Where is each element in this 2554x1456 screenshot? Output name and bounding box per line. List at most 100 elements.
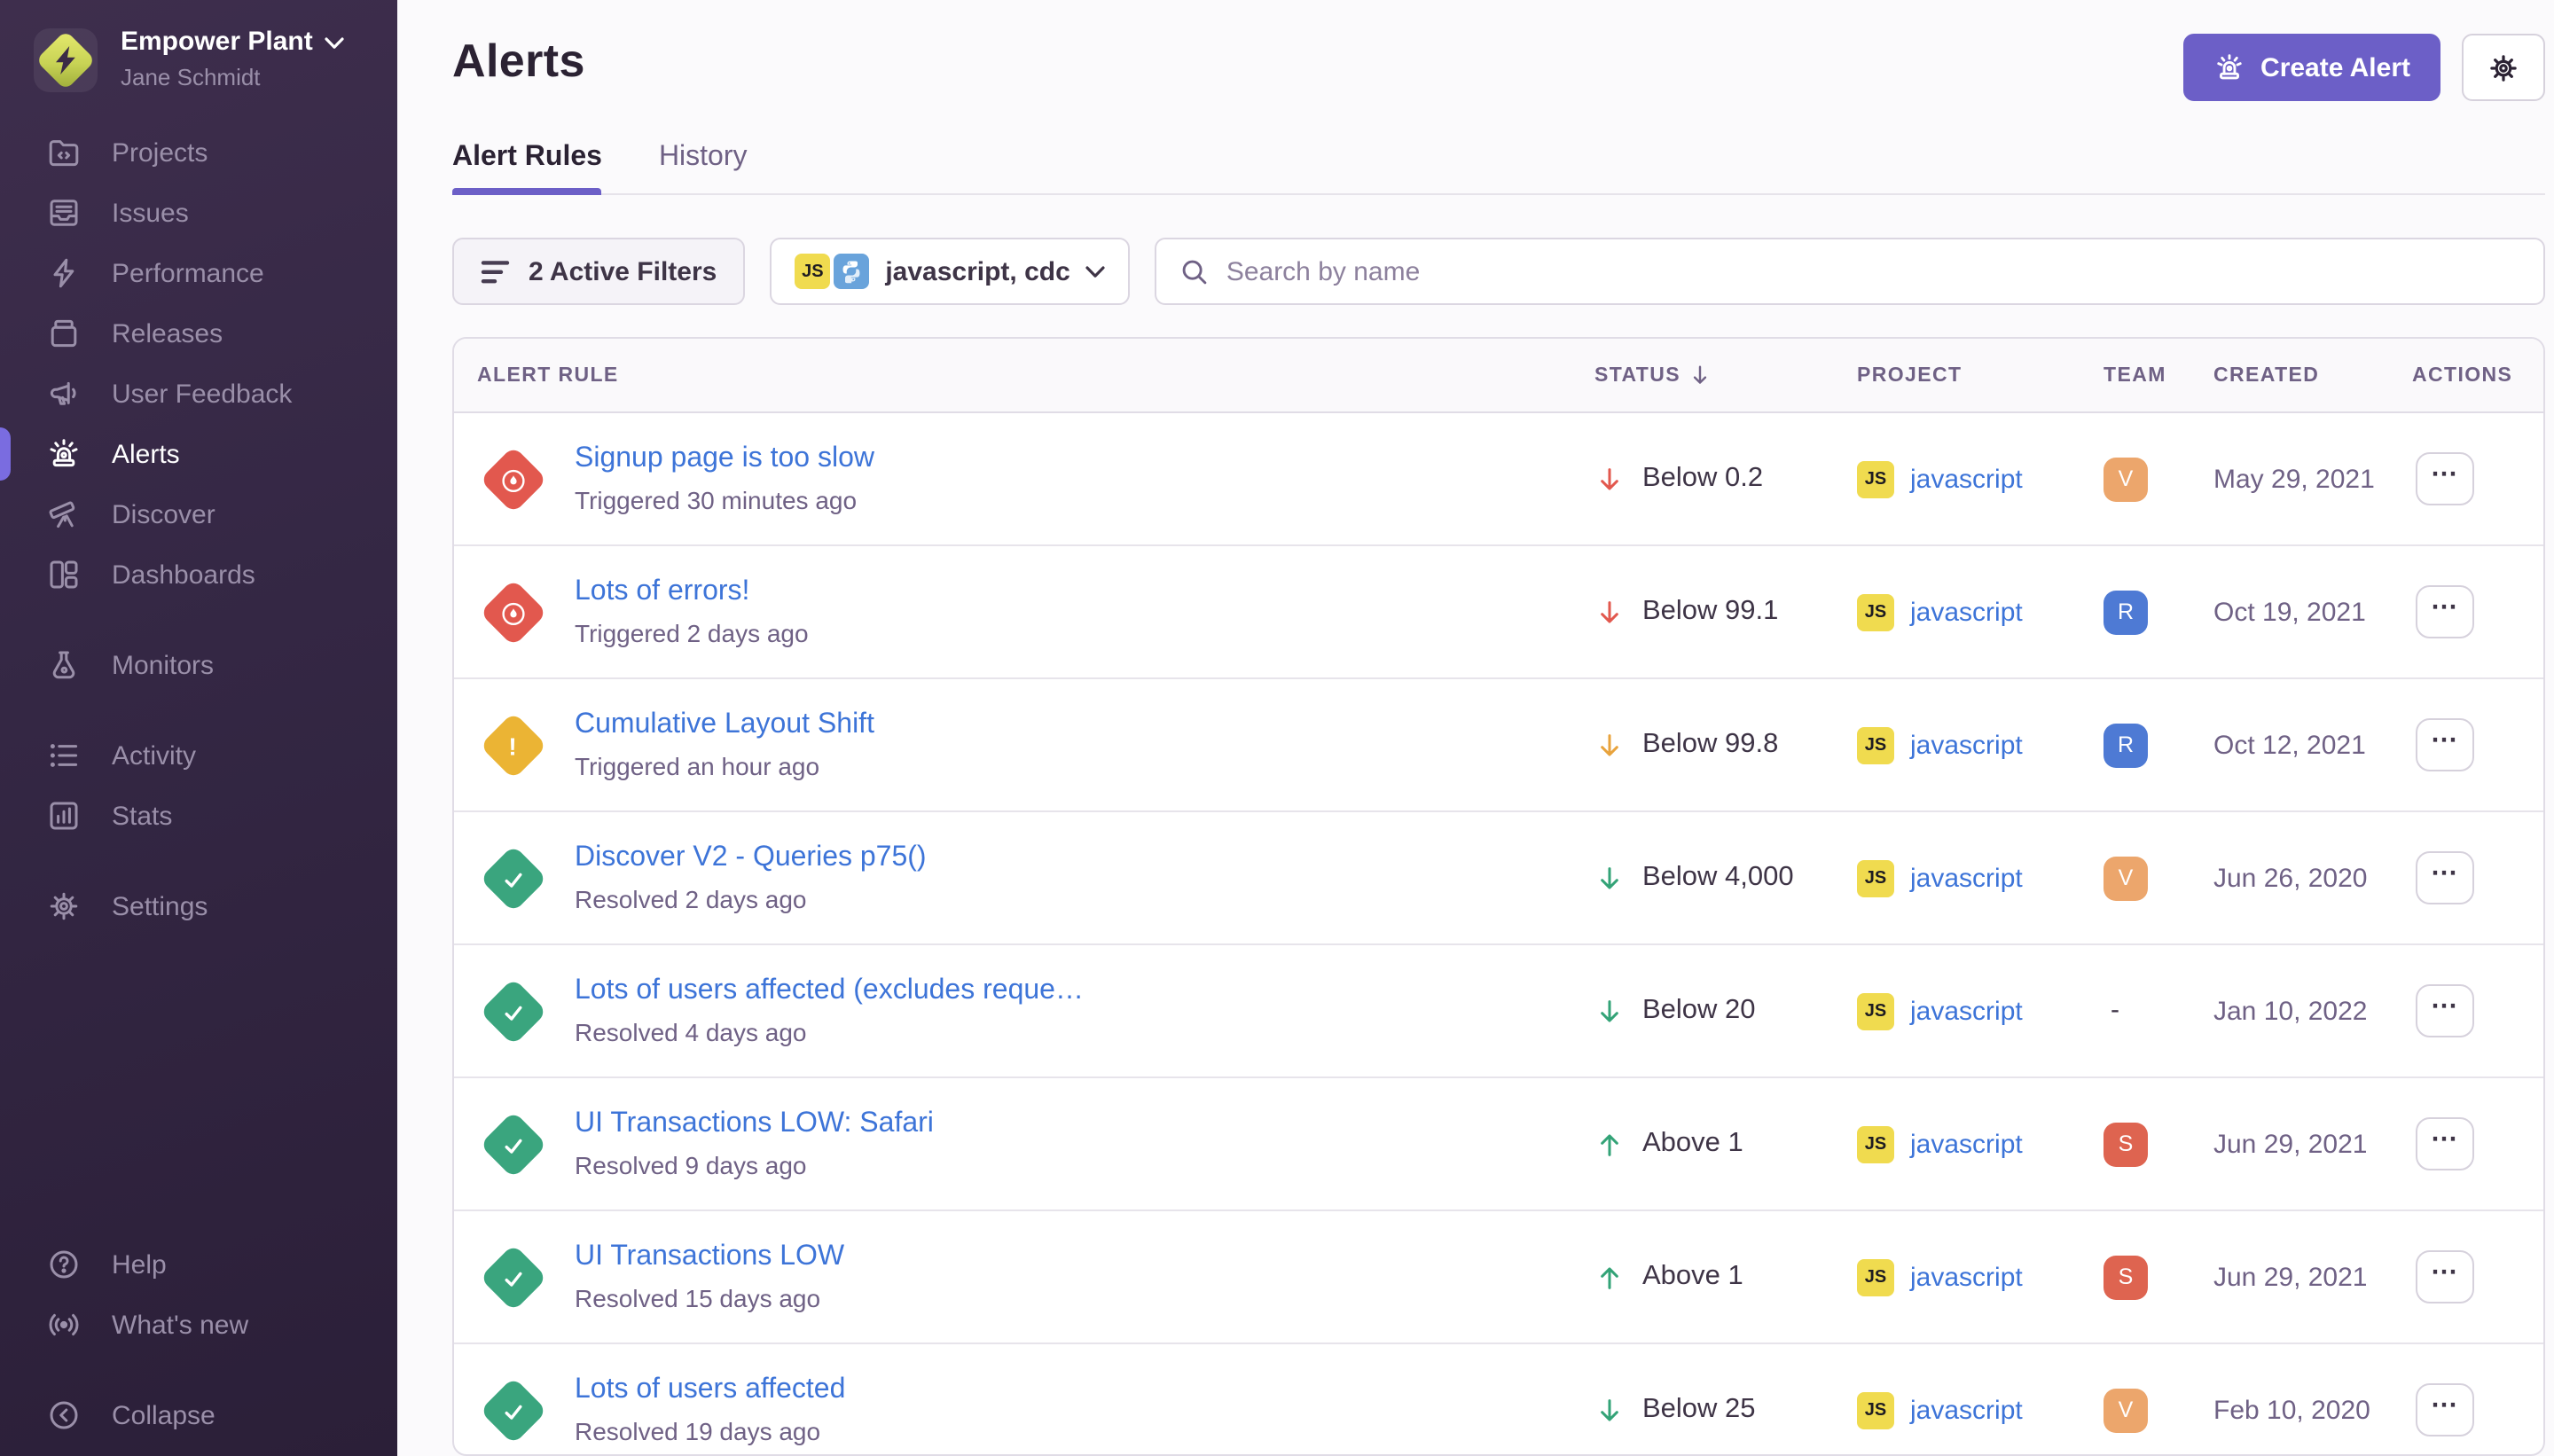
sidebar-item-collapse[interactable]: Collapse — [0, 1385, 397, 1445]
siren-icon — [2213, 51, 2245, 83]
row-actions-button[interactable]: ⋯ — [2416, 585, 2474, 638]
alert-rule-link[interactable]: Lots of users affected — [575, 1374, 845, 1406]
project-link[interactable]: javascript — [1910, 863, 2023, 893]
status-direction-arrow-icon — [1594, 996, 1625, 1026]
column-project: Project — [1857, 364, 2104, 386]
ellipsis-icon: ⋯ — [2431, 859, 2459, 886]
status-direction-arrow-icon — [1594, 730, 1625, 760]
ellipsis-icon: ⋯ — [2431, 1258, 2459, 1285]
sidebar-item-alerts[interactable]: Alerts — [0, 424, 397, 484]
alert-rule-link[interactable]: UI Transactions LOW — [575, 1241, 844, 1273]
created-date: May 29, 2021 — [2213, 464, 2412, 494]
project-link[interactable]: javascript — [1910, 1262, 2023, 1292]
javascript-platform-icon: JS — [1857, 1125, 1894, 1162]
sidebar-item-label: Issues — [112, 198, 189, 228]
row-actions-button[interactable]: ⋯ — [2416, 984, 2474, 1037]
team-avatar: R — [2104, 723, 2148, 767]
team-cell: V — [2104, 856, 2213, 900]
search-input[interactable] — [1226, 256, 2520, 286]
project-link[interactable]: javascript — [1910, 1129, 2023, 1159]
table-body: Signup page is too slow Triggered 30 min… — [454, 413, 2543, 1456]
alert-status-diamond-icon — [477, 842, 548, 913]
sidebar-item-discover[interactable]: Discover — [0, 484, 397, 544]
sidebar-footer-nav: Help What's new Collapse — [0, 1234, 397, 1456]
sidebar-item-dashboards[interactable]: Dashboards — [0, 544, 397, 605]
org-logo — [34, 27, 98, 91]
sidebar-item-what-s-new[interactable]: What's new — [0, 1295, 397, 1355]
sidebar-item-user-feedback[interactable]: User Feedback — [0, 364, 397, 424]
sidebar-item-activity[interactable]: Activity — [0, 725, 397, 786]
releases-icon — [46, 316, 82, 351]
sidebar-item-label: Performance — [112, 258, 264, 288]
project-link[interactable]: javascript — [1910, 996, 2023, 1026]
project-link[interactable]: javascript — [1910, 597, 2023, 627]
row-actions-button[interactable]: ⋯ — [2416, 851, 2474, 904]
alert-rule-subtext: Resolved 4 days ago — [575, 1018, 1084, 1046]
lightning-bolt-icon — [54, 44, 77, 74]
sidebar-item-label: Stats — [112, 801, 172, 831]
monitors-icon — [46, 647, 82, 683]
project-link[interactable]: javascript — [1910, 730, 2023, 760]
created-date: Oct 19, 2021 — [2213, 597, 2412, 627]
alerts-page: Empower Plant Jane Schmidt Projects Issue… — [0, 0, 2554, 1456]
active-filters-button[interactable]: 2 Active Filters — [452, 238, 745, 305]
sidebar-item-label: What's new — [112, 1310, 248, 1340]
org-switcher[interactable]: Empower Plant Jane Schmidt — [34, 27, 372, 92]
main-content: Alerts Create Alert Alert Rules History — [397, 0, 2554, 1456]
table-row: Discover V2 - Queries p75() Resolved 2 d… — [454, 812, 2543, 945]
sidebar-item-projects[interactable]: Projects — [0, 122, 397, 183]
created-date: Oct 12, 2021 — [2213, 730, 2412, 760]
row-actions-button[interactable]: ⋯ — [2416, 1250, 2474, 1303]
alert-status-diamond-icon — [477, 975, 548, 1046]
table-row: Signup page is too slow Triggered 30 min… — [454, 413, 2543, 546]
tab-history[interactable]: History — [659, 142, 748, 193]
project-link[interactable]: javascript — [1910, 464, 2023, 494]
alert-rule-link[interactable]: Signup page is too slow — [575, 443, 874, 475]
team-cell: - — [2104, 995, 2213, 1027]
alert-settings-button[interactable] — [2462, 34, 2545, 101]
project-link[interactable]: javascript — [1910, 1395, 2023, 1425]
table-row: Lots of users affected Resolved 19 days … — [454, 1344, 2543, 1456]
sidebar-item-help[interactable]: Help — [0, 1234, 397, 1295]
status-direction-arrow-icon — [1594, 1129, 1625, 1159]
discover-icon — [46, 497, 82, 532]
alert-rule-link[interactable]: Cumulative Layout Shift — [575, 709, 874, 741]
row-actions-button[interactable]: ⋯ — [2416, 1117, 2474, 1170]
alert-rule-link[interactable]: Lots of errors! — [575, 576, 809, 608]
column-team: Team — [2104, 364, 2213, 386]
sidebar-item-monitors[interactable]: Monitors — [0, 635, 397, 695]
sidebar-item-settings[interactable]: Settings — [0, 876, 397, 936]
sidebar-item-performance[interactable]: Performance — [0, 243, 397, 303]
row-actions-button[interactable]: ⋯ — [2416, 718, 2474, 771]
table-row: UI Transactions LOW: Safari Resolved 9 d… — [454, 1078, 2543, 1211]
created-date: Jun 29, 2021 — [2213, 1262, 2412, 1292]
team-cell: R — [2104, 723, 2213, 767]
ellipsis-icon: ⋯ — [2431, 460, 2459, 487]
alert-rule-link[interactable]: Lots of users affected (excludes reque… — [575, 975, 1084, 1007]
column-status[interactable]: Status — [1594, 364, 1857, 387]
chevron-down-icon — [1086, 265, 1106, 278]
collapse-icon — [46, 1397, 82, 1433]
sidebar-item-label: Projects — [112, 137, 208, 168]
sidebar-item-label: User Feedback — [112, 379, 292, 409]
alert-rule-link[interactable]: UI Transactions LOW: Safari — [575, 1108, 934, 1140]
create-alert-button[interactable]: Create Alert — [2182, 34, 2440, 101]
project-selector[interactable]: JS javascript, cdc — [770, 238, 1130, 305]
activity-icon — [46, 738, 82, 773]
user-feedback-icon — [46, 376, 82, 411]
sidebar-item-label: Discover — [112, 499, 215, 529]
team-cell: V — [2104, 457, 2213, 501]
ellipsis-icon: ⋯ — [2431, 593, 2459, 620]
sidebar-item-releases[interactable]: Releases — [0, 303, 397, 364]
status-value: Below 4,000 — [1642, 862, 1794, 894]
table-row: Lots of errors! Triggered 2 days ago Bel… — [454, 546, 2543, 679]
tab-alert-rules[interactable]: Alert Rules — [452, 142, 602, 193]
status-value: Below 20 — [1642, 995, 1756, 1027]
alert-rule-link[interactable]: Discover V2 - Queries p75() — [575, 842, 927, 874]
alert-status-diamond-icon — [477, 1374, 548, 1445]
sidebar-item-issues[interactable]: Issues — [0, 183, 397, 243]
row-actions-button[interactable]: ⋯ — [2416, 452, 2474, 505]
sidebar-item-stats[interactable]: Stats — [0, 786, 397, 846]
row-actions-button[interactable]: ⋯ — [2416, 1383, 2474, 1436]
tab-bar: Alert Rules History — [452, 142, 2545, 195]
